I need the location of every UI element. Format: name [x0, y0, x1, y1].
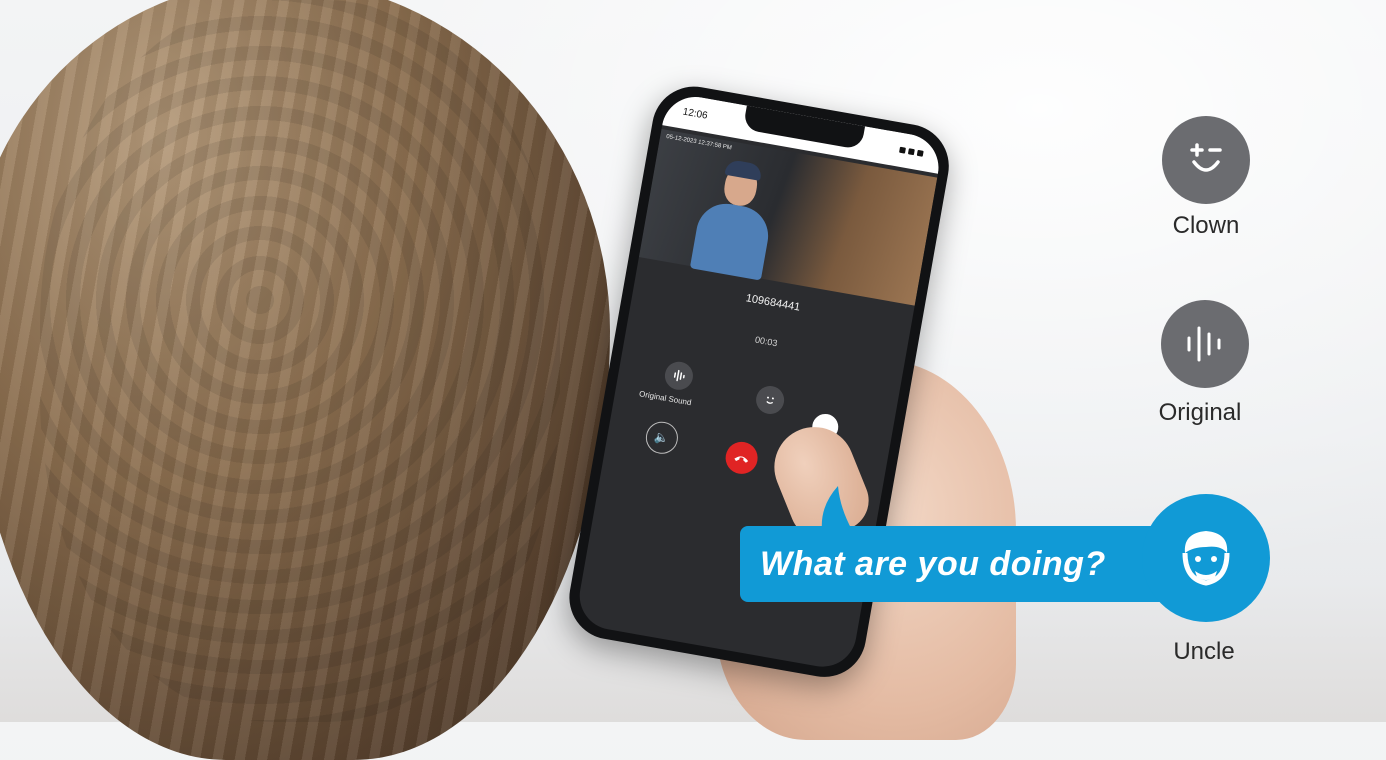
original-sound-button[interactable] — [663, 360, 695, 392]
original-label: Original — [1120, 399, 1280, 427]
speaker-icon: 🔈 — [653, 430, 670, 446]
sound-wave-icon — [1177, 316, 1233, 372]
video-timestamp: 05-12-2023 12:37:58 PM — [666, 134, 732, 151]
uncle-voice-button[interactable] — [1142, 494, 1270, 622]
original-sound-label: Original Sound — [638, 389, 692, 407]
face-icon — [762, 392, 778, 408]
uncle-face-icon — [1171, 523, 1241, 593]
status-time: 12:06 — [682, 106, 709, 121]
original-voice-button[interactable] — [1161, 300, 1249, 388]
clown-face-icon — [1178, 132, 1234, 188]
hang-up-button[interactable] — [723, 439, 760, 476]
speech-bubble-text: What are you doing? — [760, 545, 1106, 584]
speaker-button[interactable]: 🔈 — [643, 419, 680, 456]
visitor-person — [686, 155, 784, 279]
clown-label: Clown — [1126, 212, 1286, 240]
speech-bubble: What are you doing? — [740, 526, 1180, 602]
clown-voice-button[interactable] — [1162, 116, 1250, 204]
speech-bubble-tail — [812, 486, 852, 530]
uncle-label: Uncle — [1124, 638, 1284, 666]
sound-wave-icon — [671, 368, 687, 384]
hair-texture — [40, 0, 560, 722]
system-icons — [899, 147, 924, 157]
voice-change-button[interactable] — [754, 384, 786, 416]
hang-up-phone-icon — [733, 452, 750, 465]
